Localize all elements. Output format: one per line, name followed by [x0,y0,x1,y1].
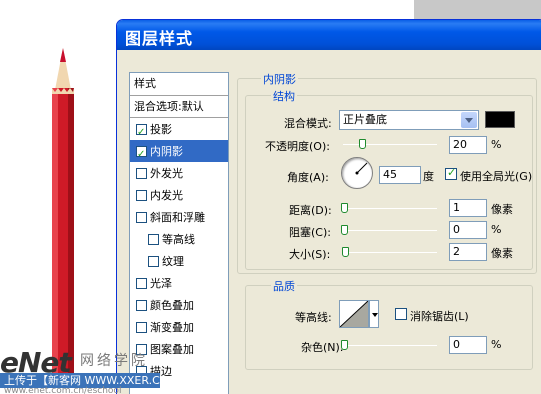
choke-label: 阻塞(C): [289,226,331,239]
blend-mode-label: 混合模式: [284,117,332,130]
style-item[interactable]: 投影 [130,118,228,143]
angle-value: 45 [383,168,397,181]
distance-slider-track[interactable] [343,208,437,209]
distance-label: 距离(D): [289,204,332,217]
noise-value: 0 [453,338,460,351]
style-item[interactable]: 内发光 [130,184,228,206]
style-item-label: 斜面和浮雕 [150,210,205,224]
style-checkbox[interactable] [136,299,147,311]
angle-input[interactable]: 45 [379,166,421,184]
size-slider-track[interactable] [343,252,437,253]
noise-slider-track[interactable] [343,345,437,346]
choke-slider-track[interactable] [343,230,437,231]
style-item-label: 图案叠加 [150,342,194,356]
blend-options-item[interactable]: 混合选项:默认 [130,96,228,118]
blend-mode-select[interactable]: 正片叠底 [339,110,479,130]
opacity-slider-track[interactable] [343,144,437,145]
noise-unit: % [491,338,502,351]
style-item[interactable]: 颜色叠加 [130,294,228,316]
opacity-label: 不透明度(O): [265,140,330,153]
size-input[interactable]: 2 [449,243,487,261]
styles-list-header[interactable]: 样式 [130,73,228,96]
angle-dial-needle [355,162,368,175]
structure-title: 结构 [271,88,297,104]
style-item[interactable]: 斜面和浮雕 [130,206,228,228]
style-checkbox[interactable] [136,321,147,333]
style-item-label: 颜色叠加 [150,298,194,312]
chevron-down-icon[interactable] [461,112,477,128]
style-item-label: 投影 [150,122,172,136]
distance-value: 1 [453,201,460,214]
size-unit: 像素 [491,247,513,260]
choke-value: 0 [453,223,460,236]
style-item[interactable]: 渐变叠加 [130,316,228,338]
use-global-light-checkbox[interactable] [445,166,457,180]
style-checkbox[interactable] [136,122,147,143]
choke-unit: % [491,223,502,236]
blend-mode-value: 正片叠底 [343,113,387,126]
dialog-title-bar[interactable]: 图层样式 [117,20,541,50]
opacity-slider-thumb[interactable] [358,139,366,149]
style-item[interactable]: 内阴影 [130,140,228,165]
style-checkbox[interactable] [136,189,147,201]
distance-input[interactable]: 1 [449,199,487,217]
style-item-label: 内发光 [150,188,183,202]
contour-dropdown-button[interactable] [369,300,379,328]
layer-style-dialog: 图层样式 样式 混合选项:默认 投影内阴影外发光内发光斜面和浮雕等高线纹理光泽颜… [116,19,541,394]
distance-unit: 像素 [491,203,513,216]
opacity-input[interactable]: 20 [449,136,487,154]
style-item[interactable]: 光泽 [130,272,228,294]
contour-label: 等高线: [295,311,332,324]
style-checkbox[interactable] [148,233,159,245]
noise-slider-thumb[interactable] [341,340,348,350]
enet-watermark-cn: 网络学院 [80,353,148,369]
style-item-label: 纹理 [162,254,184,268]
opacity-value: 20 [453,138,467,151]
antialias-label[interactable]: 消除锯齿(L) [410,308,469,324]
enet-watermark-url: www.enet.com.cn/eschool [4,386,122,394]
style-item-label: 外发光 [150,166,183,180]
size-value: 2 [453,245,460,258]
dialog-title: 图层样式 [125,29,194,48]
noise-label: 杂色(N): [301,341,344,354]
angle-dial[interactable] [341,157,373,189]
style-checkbox[interactable] [136,277,147,289]
style-item-label: 内阴影 [150,144,183,158]
use-global-light-label[interactable]: 使用全局光(G) [460,168,532,184]
opacity-unit: % [491,138,502,151]
style-checkbox[interactable] [148,255,159,267]
style-item-label: 渐变叠加 [150,320,194,334]
choke-input[interactable]: 0 [449,221,487,239]
contour-curve-icon [340,301,368,327]
contour-preview[interactable] [339,300,369,328]
style-item[interactable]: 纹理 [130,250,228,272]
style-checkbox[interactable] [136,144,147,165]
style-item[interactable]: 等高线 [130,228,228,250]
red-pencil-image [52,48,74,378]
choke-slider-thumb[interactable] [341,225,348,235]
quality-group [245,285,533,370]
antialias-checkbox[interactable] [395,308,407,320]
noise-input[interactable]: 0 [449,336,487,354]
style-checkbox[interactable] [136,167,147,179]
size-label: 大小(S): [289,248,331,261]
quality-title: 品质 [271,278,297,294]
distance-slider-thumb[interactable] [341,203,348,213]
blend-options-label: 混合选项:默认 [134,100,204,113]
inner-shadow-title: 内阴影 [261,71,298,87]
styles-list: 样式 混合选项:默认 投影内阴影外发光内发光斜面和浮雕等高线纹理光泽颜色叠加渐变… [129,72,229,394]
style-checkbox[interactable] [136,211,147,223]
angle-label: 角度(A): [287,171,329,184]
shadow-color-swatch[interactable] [485,111,515,128]
size-slider-thumb[interactable] [342,247,349,257]
angle-unit: 度 [423,170,434,183]
style-item[interactable]: 外发光 [130,162,228,184]
style-item-label: 光泽 [150,276,172,290]
style-item-label: 等高线 [162,232,195,246]
